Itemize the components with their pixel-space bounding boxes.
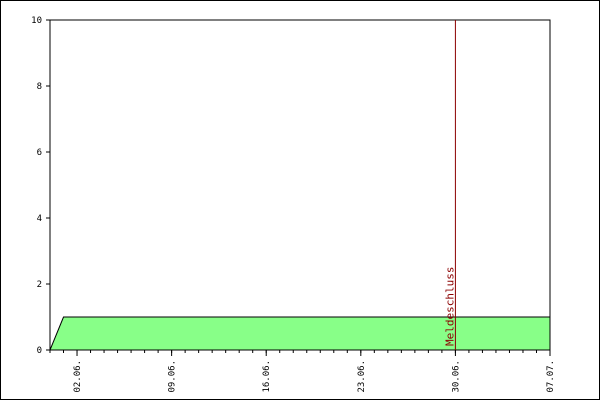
y-tick-label: 6 [37,148,42,158]
x-tick-label: 23.06. [357,360,367,393]
series-area-0 [50,317,550,350]
x-tick-label: 30.06. [451,360,461,393]
marker-label: Meldeschluss [443,267,456,346]
y-tick-label: 10 [31,16,42,26]
x-tick-label: 02.06. [73,360,83,393]
x-tick-label: 07.07. [546,360,556,393]
y-tick-label: 0 [37,346,42,356]
x-tick-label: 09.06. [168,360,178,393]
chart: 0 2 4 6 8 10 02.06. 09.06. 16.06. 23.06. 30.06. 07.… [31,16,556,393]
plot-area [49,19,551,351]
y-tick-label: 2 [37,280,42,290]
y-tick-label: 4 [37,214,42,224]
y-tick-label: 8 [37,82,42,92]
x-tick-label: 16.06. [262,360,272,393]
